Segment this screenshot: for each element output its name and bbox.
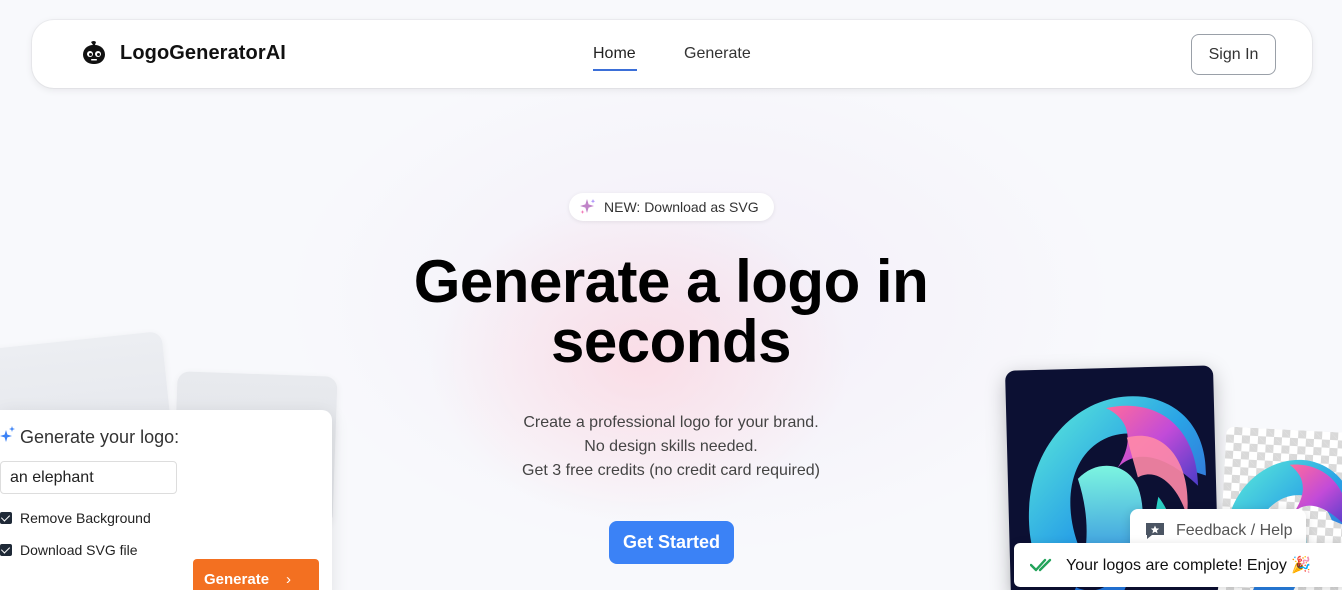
robot-head-icon bbox=[83, 41, 105, 64]
get-started-button[interactable]: Get Started bbox=[609, 521, 734, 564]
generate-demo-card: Generate your logo: Remove Background Do… bbox=[0, 410, 332, 590]
download-svg-checkbox[interactable] bbox=[0, 544, 12, 556]
sparkle-icon bbox=[0, 426, 15, 442]
demo-generate-button[interactable]: Generate › bbox=[193, 559, 319, 590]
hero-title-line1: Generate a logo in bbox=[413, 248, 929, 315]
brand[interactable]: LogoGeneratorAI bbox=[80, 39, 286, 67]
demo-generate-label: Generate bbox=[204, 571, 270, 588]
remove-background-checkbox[interactable] bbox=[0, 512, 12, 524]
download-svg-option[interactable]: Download SVG file bbox=[0, 542, 138, 558]
active-nav-indicator bbox=[593, 69, 637, 71]
new-feature-badge[interactable]: NEW: Download as SVG bbox=[569, 193, 774, 221]
chat-star-icon bbox=[1146, 523, 1164, 539]
hero-title-line2: seconds bbox=[551, 308, 791, 375]
nav-generate-link[interactable]: Generate bbox=[684, 45, 751, 63]
brand-name: LogoGeneratorAI bbox=[120, 41, 286, 64]
feedback-label: Feedback / Help bbox=[1176, 522, 1293, 539]
sign-in-button[interactable]: Sign In bbox=[1191, 34, 1276, 75]
remove-background-label: Remove Background bbox=[20, 510, 151, 526]
top-navbar: LogoGeneratorAI Home Generate Sign In bbox=[32, 20, 1312, 88]
chevron-right-icon: › bbox=[286, 571, 292, 588]
download-svg-label: Download SVG file bbox=[20, 542, 138, 558]
toast-message: Your logos are complete! Enjoy 🎉 bbox=[1066, 557, 1312, 574]
success-toast: Your logos are complete! Enjoy 🎉 bbox=[1014, 543, 1342, 587]
logo-prompt-input[interactable] bbox=[0, 461, 177, 494]
demo-title: Generate your logo: bbox=[20, 427, 180, 447]
nav-home-link[interactable]: Home bbox=[593, 45, 636, 63]
sparkles-icon bbox=[580, 199, 596, 214]
badge-text: NEW: Download as SVG bbox=[604, 199, 759, 215]
hero-title: Generate a logo in seconds bbox=[0, 252, 1342, 372]
remove-background-option[interactable]: Remove Background bbox=[0, 510, 151, 526]
double-check-icon bbox=[1030, 558, 1052, 572]
